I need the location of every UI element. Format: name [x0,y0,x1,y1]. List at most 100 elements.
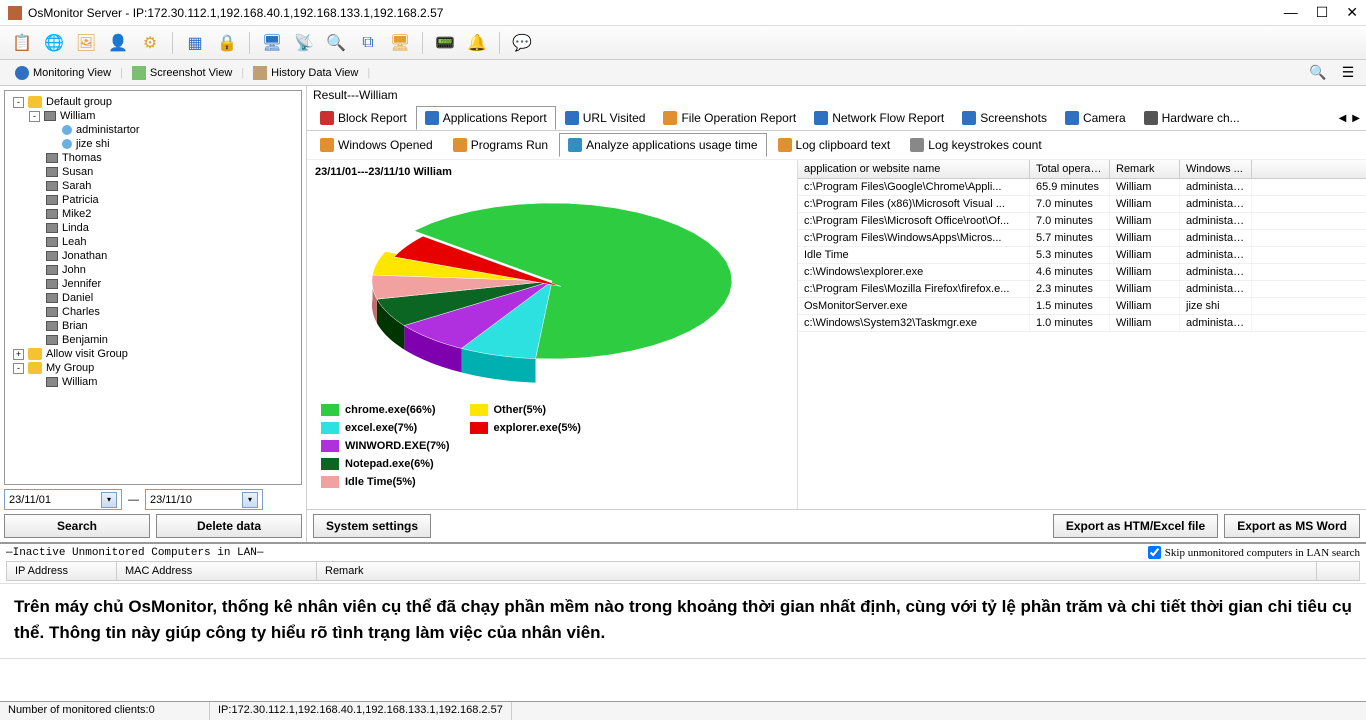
tree-node[interactable]: Brian [7,319,299,333]
lan-header[interactable]: MAC Address [117,562,317,580]
list-icon[interactable]: ☰ [1336,61,1360,85]
inspect-icon[interactable]: 🔍 [324,31,348,55]
table-header[interactable]: Windows ... [1180,160,1252,178]
report-tab[interactable]: URL Visited [556,106,655,130]
lan-table-header: IP AddressMAC AddressRemark [6,561,1360,581]
display-icon[interactable]: 🖥 [388,31,412,55]
sub-tab[interactable]: Log keystrokes count [901,133,1050,157]
globe-icon[interactable]: 🌐 [42,31,66,55]
clipboard-icon[interactable]: 📋 [10,31,34,55]
tree-node[interactable]: Linda [7,221,299,235]
skip-lan-checkbox[interactable]: Skip unmonitored computers in LAN search [1148,546,1360,559]
tree-node[interactable]: administartor [7,123,299,137]
lan-header[interactable]: Remark [317,562,1317,580]
subtab-icon [568,138,582,152]
close-button[interactable]: ✕ [1346,4,1358,21]
system-settings-button[interactable]: System settings [313,514,431,538]
table-header[interactable]: Total operati... [1030,160,1110,178]
gear-icon[interactable]: ⚙ [138,31,162,55]
report-tab[interactable]: Camera [1056,106,1135,130]
chevron-down-icon[interactable]: ▾ [242,492,258,508]
legend-item: WINWORD.EXE(7%) [321,440,450,452]
grid-icon[interactable]: ▦ [183,31,207,55]
date-to-input[interactable]: 23/11/10▾ [145,489,263,510]
report-tab[interactable]: Applications Report [416,106,556,130]
subtab-icon [320,138,334,152]
date-from-input[interactable]: 23/11/01▾ [4,489,122,510]
titlebar: OsMonitor Server - IP:172.30.112.1,192.1… [0,0,1366,26]
tree-node[interactable]: Susan [7,165,299,179]
tree-node[interactable]: -My Group [7,361,299,375]
expand-icon[interactable]: + [13,349,24,360]
monitors-icon[interactable]: 🖥 [260,31,284,55]
alert-icon[interactable]: 🔔 [465,31,489,55]
report-tab[interactable]: Screenshots [953,106,1056,130]
ico-user-icon [62,125,72,135]
device-icon[interactable]: 📟 [433,31,457,55]
table-header[interactable]: Remark [1110,160,1180,178]
tree-node[interactable]: Thomas [7,151,299,165]
user-search-icon[interactable]: 👤 [106,31,130,55]
tree-node[interactable]: William [7,375,299,389]
expand-icon[interactable]: - [29,111,40,122]
legend-item: Other(5%) [470,404,581,416]
group-tree[interactable]: -Default group-Williamadministartorjize … [4,90,302,485]
report-tab[interactable]: Network Flow Report [805,106,953,130]
export-htm-button[interactable]: Export as HTM/Excel file [1053,514,1218,538]
sub-tab[interactable]: Log clipboard text [769,133,900,157]
export-word-button[interactable]: Export as MS Word [1224,514,1360,538]
tree-node[interactable]: Leah [7,235,299,249]
table-row[interactable]: c:\Program Files\WindowsApps\Micros...5.… [798,230,1366,247]
report-tab[interactable]: File Operation Report [654,106,805,130]
ico-group-icon [28,362,42,374]
tree-node[interactable]: Benjamin [7,333,299,347]
delete-data-button[interactable]: Delete data [156,514,302,538]
tree-node[interactable]: Jennifer [7,277,299,291]
tree-node[interactable]: Sarah [7,179,299,193]
lock-icon[interactable]: 🔒 [215,31,239,55]
expand-icon[interactable]: - [13,97,24,108]
cast-icon[interactable]: 📡 [292,31,316,55]
usage-table[interactable]: application or website nameTotal operati… [797,160,1366,509]
table-header[interactable]: application or website name [798,160,1030,178]
sub-tab[interactable]: Analyze applications usage time [559,133,766,157]
windows-icon[interactable]: ⧉ [356,31,380,55]
tree-node[interactable]: -William [7,109,299,123]
sub-tab[interactable]: Windows Opened [311,133,442,157]
tree-node[interactable]: +Allow visit Group [7,347,299,361]
report-tab[interactable]: Block Report [311,106,416,130]
tree-node[interactable]: Daniel [7,291,299,305]
tree-node[interactable]: Mike2 [7,207,299,221]
table-row[interactable]: c:\Program Files\Mozilla Firefox\firefox… [798,281,1366,298]
table-row[interactable]: c:\Program Files\Google\Chrome\Appli...6… [798,179,1366,196]
tree-node[interactable]: Jonathan [7,249,299,263]
tree-node[interactable]: Patricia [7,193,299,207]
table-row[interactable]: OsMonitorServer.exe1.5 minutesWilliamjiz… [798,298,1366,315]
tree-node[interactable]: John [7,263,299,277]
tab-next-icon[interactable]: ▶ [1350,113,1362,124]
chevron-down-icon[interactable]: ▾ [101,492,117,508]
tab-history-data-view[interactable]: History Data View [244,62,367,84]
chat-icon[interactable]: 💬 [510,31,534,55]
table-row[interactable]: c:\Program Files (x86)\Microsoft Visual … [798,196,1366,213]
tree-node[interactable]: -Default group [7,95,299,109]
lan-header[interactable]: IP Address [7,562,117,580]
table-row[interactable]: Idle Time5.3 minutesWilliamadministar... [798,247,1366,264]
window-icon[interactable]: 🖼 [74,31,98,55]
minimize-button[interactable]: — [1284,4,1298,21]
tree-node[interactable]: Charles [7,305,299,319]
tree-node[interactable]: jize shi [7,137,299,151]
search-icon[interactable]: 🔍 [1306,61,1330,85]
report-tab[interactable]: Hardware ch... [1135,106,1249,130]
sub-tab[interactable]: Programs Run [444,133,557,157]
expand-icon[interactable]: - [13,363,24,374]
tab-prev-icon[interactable]: ◀ [1337,113,1349,124]
table-row[interactable]: c:\Windows\System32\Taskmgr.exe1.0 minut… [798,315,1366,332]
table-row[interactable]: c:\Windows\explorer.exe4.6 minutesWillia… [798,264,1366,281]
table-row[interactable]: c:\Program Files\Microsoft Office\root\O… [798,213,1366,230]
tab-screenshot-view[interactable]: Screenshot View [123,62,241,84]
maximize-button[interactable]: ☐ [1316,4,1329,21]
search-button[interactable]: Search [4,514,150,538]
tab-monitoring-view[interactable]: Monitoring View [6,62,120,84]
report-tabs: Block ReportApplications ReportURL Visit… [307,104,1366,131]
